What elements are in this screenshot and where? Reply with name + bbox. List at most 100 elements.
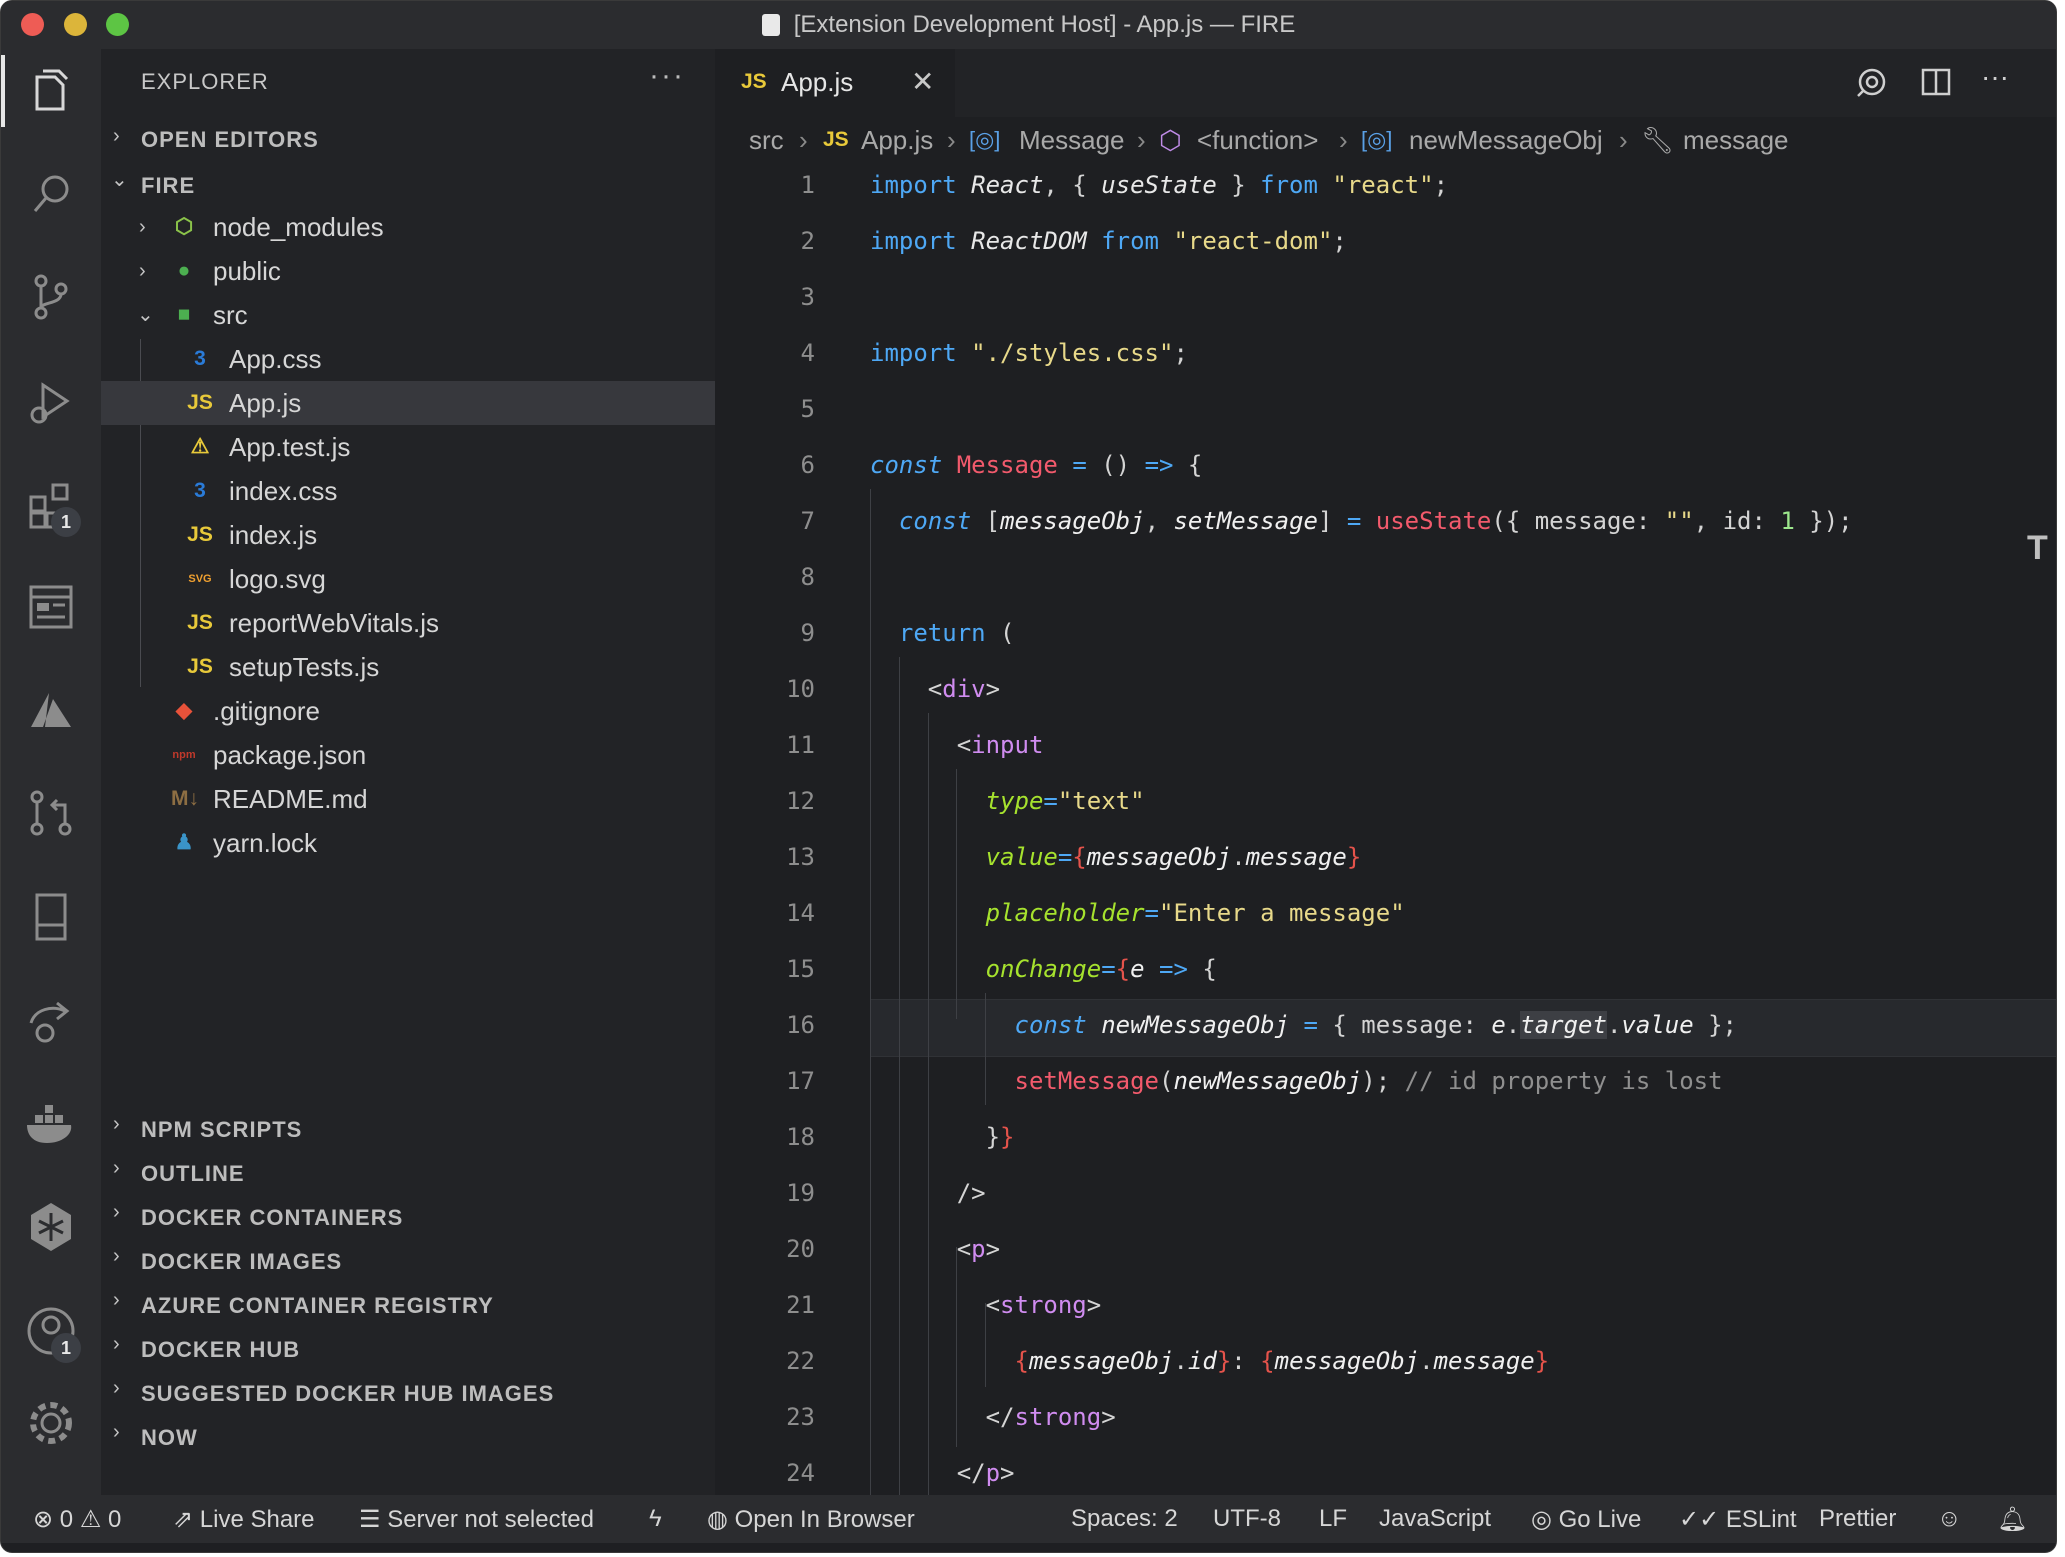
breadcrumb-file[interactable]: App.js [861, 117, 933, 163]
tree-item[interactable]: › ● public [101, 249, 715, 293]
breadcrumb-message[interactable]: Message [1019, 117, 1125, 163]
chevron-right-icon[interactable]: › [139, 205, 146, 249]
eslint-status[interactable]: ✓✓ ESLint [1679, 1505, 1797, 1534]
tree-item[interactable]: M↓ README.md [101, 777, 715, 821]
tree-item[interactable]: › ⬡ node_modules [101, 205, 715, 249]
tree-item[interactable]: JS index.js [101, 513, 715, 557]
section-open-editors[interactable]: OPEN EDITORS [141, 127, 319, 153]
eol-status[interactable]: LF [1319, 1505, 1347, 1533]
breadcrumb-function[interactable]: <function> [1197, 117, 1318, 163]
remote-explorer-icon[interactable] [23, 579, 79, 635]
run-debug-icon[interactable] [23, 375, 79, 431]
lightning-icon[interactable]: ϟ [649, 1505, 662, 1533]
bookmark-panel-icon[interactable] [23, 889, 79, 945]
line-number: 2 [800, 227, 815, 255]
scrollbar-cursor-marker[interactable]: T [2027, 529, 2048, 567]
breadcrumb-message-prop[interactable]: message [1683, 117, 1789, 163]
tree-item-label: .gitignore [213, 696, 320, 726]
docker-icon[interactable] [23, 1095, 79, 1151]
open-in-browser-status[interactable]: ◍ Open In Browser [707, 1505, 915, 1534]
files-icon[interactable] [1, 55, 79, 127]
breadcrumb-src[interactable]: src [749, 117, 784, 163]
pull-requests-icon[interactable] [23, 785, 79, 841]
code-line: </p> [870, 1459, 1015, 1487]
sidebar-section[interactable]: DOCKER CONTAINERS [141, 1205, 403, 1231]
feedback-icon[interactable]: ☺ [1937, 1505, 1962, 1533]
server-label: Server not selected [387, 1506, 594, 1533]
problems-indicator[interactable]: ⊗ 0 ⚠ 0 [33, 1505, 121, 1534]
source-control-icon[interactable] [23, 269, 79, 325]
chevron-right-icon: › [113, 1377, 120, 1399]
wrench-icon: 🔧︎ [1641, 125, 1675, 155]
vscode-window: [Extension Development Host] - App.js — … [0, 0, 2057, 1553]
sidebar-section[interactable]: NOW [141, 1425, 198, 1451]
tree-item[interactable]: npm package.json [101, 733, 715, 777]
js-file-icon: JS [187, 523, 213, 546]
sidebar-section[interactable]: DOCKER IMAGES [141, 1249, 342, 1275]
section-workspace-fire[interactable]: FIRE [141, 173, 195, 199]
live-share-label: Live Share [199, 1506, 315, 1533]
tree-item[interactable]: SVG logo.svg [101, 557, 715, 601]
go-live-status[interactable]: ◎ Go Live [1531, 1505, 1641, 1534]
sidebar-section[interactable]: AZURE CONTAINER REGISTRY [141, 1293, 494, 1319]
error-count: 0 [59, 1506, 74, 1533]
chevron-right-icon[interactable]: › [139, 249, 146, 293]
indentation-status[interactable]: Spaces: 2 [1071, 1505, 1178, 1533]
sidebar-section[interactable]: OUTLINE [141, 1161, 245, 1187]
azure-icon[interactable] [23, 683, 79, 739]
document-icon [761, 14, 780, 36]
live-share-status[interactable]: ⇗ Live Share [173, 1505, 315, 1534]
chevron-right-icon: › [113, 1421, 120, 1443]
language-mode-status[interactable]: JavaScript [1379, 1505, 1491, 1533]
title-bar: [Extension Development Host] - App.js — … [1, 1, 2056, 49]
tree-item[interactable]: JS setupTests.js [101, 645, 715, 689]
tab-app-js[interactable]: JS App.js ✕ [715, 49, 955, 117]
notifications-bell-icon[interactable]: 🔔︎ [1997, 1505, 2027, 1534]
code-editor[interactable]: 1 2 3 4 5 6 7 8 9 10 11 12 13 14 15 16 17 18 19 20 21 22 23 24 … [715, 163, 2056, 1495]
tree-item-label: src [213, 300, 248, 330]
prettier-status[interactable]: Prettier [1819, 1505, 1896, 1533]
open-preview-icon[interactable] [1855, 65, 1889, 106]
settings-gear-icon[interactable] [23, 1395, 79, 1451]
explorer-title: EXPLORER [141, 69, 269, 94]
kubernetes-icon[interactable] [23, 1199, 79, 1255]
search-icon[interactable] [23, 167, 79, 223]
indent-guide [928, 713, 929, 1495]
open-in-browser-label: Open In Browser [734, 1506, 915, 1533]
encoding-status[interactable]: UTF-8 [1213, 1505, 1281, 1533]
accounts-icon[interactable]: 1 [23, 1303, 81, 1363]
tree-item[interactable]: JS App.js [101, 381, 715, 425]
folder-public-icon: ● [177, 259, 191, 282]
tree-item-label: yarn.lock [213, 828, 318, 858]
live-share-icon[interactable] [23, 993, 79, 1049]
code-line: }} [870, 1123, 1015, 1151]
code-line: {messageObj.id}: {messageObj.message} [1014, 1347, 1550, 1375]
chevron-down-icon[interactable]: ⌄ [137, 293, 154, 337]
more-actions-button[interactable]: ··· [649, 59, 685, 93]
split-editor-icon[interactable] [1919, 65, 1953, 106]
sidebar-section[interactable]: DOCKER HUB [141, 1337, 300, 1363]
chevron-right-icon: › [947, 125, 956, 155]
tab-label: App.js [781, 67, 854, 97]
sidebar-section[interactable]: NPM SCRIPTS [141, 1117, 302, 1143]
breadcrumb-newmessageobj[interactable]: newMessageObj [1409, 117, 1603, 163]
tree-item[interactable]: ♟ yarn.lock [101, 821, 715, 865]
line-number: 19 [786, 1179, 815, 1207]
tree-item[interactable]: ⌄ ■ src [101, 293, 715, 337]
tree-item[interactable]: 3 index.css [101, 469, 715, 513]
server-status[interactable]: ☰ Server not selected [359, 1505, 594, 1534]
chevron-right-icon: › [113, 1289, 120, 1311]
js-file-icon: JS [187, 655, 213, 678]
line-number: 22 [786, 1347, 815, 1375]
sidebar-section[interactable]: SUGGESTED DOCKER HUB IMAGES [141, 1381, 554, 1407]
code-line: const [messageObj, setMessage] = useStat… [898, 507, 1853, 535]
tree-item[interactable]: ⚠ App.test.js [101, 425, 715, 469]
tree-item[interactable]: JS reportWebVitals.js [101, 601, 715, 645]
tree-item[interactable]: ◆ .gitignore [101, 689, 715, 733]
extensions-icon[interactable]: 1 [23, 477, 81, 537]
line-number: 13 [786, 843, 815, 871]
editor-more-actions-icon[interactable]: ··· [1981, 61, 2009, 93]
close-tab-icon[interactable]: ✕ [911, 65, 934, 98]
tree-item[interactable]: 3 App.css [101, 337, 715, 381]
check-double-icon: ✓✓ [1679, 1506, 1720, 1533]
